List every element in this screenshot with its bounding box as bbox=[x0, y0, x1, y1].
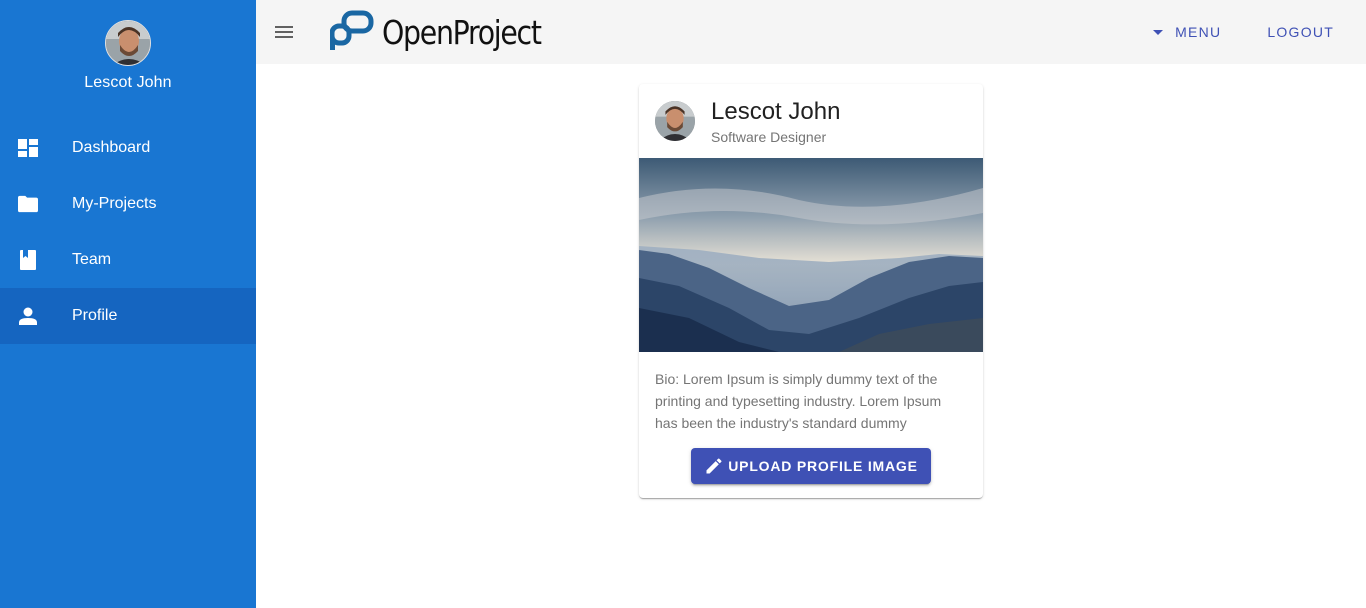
upload-button-label: UPLOAD PROFILE IMAGE bbox=[728, 458, 918, 474]
sidebar-item-my-projects[interactable]: My-Projects bbox=[0, 176, 256, 232]
folder-icon bbox=[18, 194, 38, 214]
sidebar-nav: Dashboard My-Projects Team Profile bbox=[0, 120, 256, 344]
logout-button-label: LOGOUT bbox=[1267, 24, 1334, 40]
profile-role: Software Designer bbox=[711, 128, 827, 145]
sidebar-item-label: Team bbox=[72, 251, 112, 268]
sidebar-item-label: Dashboard bbox=[72, 139, 151, 156]
caret-down-icon bbox=[1153, 29, 1164, 35]
sidebar-item-profile[interactable]: Profile bbox=[0, 288, 256, 344]
profile-card-header: Lescot John Software Designer bbox=[639, 84, 983, 158]
profile-card: Lescot John Software Designer Bio: Lorem bbox=[639, 84, 983, 498]
book-icon bbox=[18, 250, 38, 270]
top-bar: OpenProject MENU LOGOUT bbox=[256, 0, 1366, 64]
profile-bio: Bio: Lorem Ipsum is simply dummy text of… bbox=[655, 371, 942, 431]
brand-logo[interactable]: OpenProject bbox=[329, 10, 567, 55]
profile-card-titles: Lescot John Software Designer bbox=[711, 98, 840, 145]
hamburger-menu-icon[interactable] bbox=[274, 22, 294, 42]
menu-button-label: MENU bbox=[1175, 24, 1222, 40]
profile-card-actions: UPLOAD PROFILE IMAGE bbox=[639, 444, 983, 484]
top-actions: MENU LOGOUT bbox=[1137, 0, 1366, 64]
menu-button[interactable]: MENU bbox=[1137, 14, 1237, 50]
logout-button[interactable]: LOGOUT bbox=[1251, 14, 1350, 50]
brand-name: OpenProject bbox=[382, 12, 542, 52]
sidebar-user: Lescot John bbox=[0, 0, 256, 112]
dashboard-icon bbox=[18, 138, 38, 158]
sidebar-item-label: My-Projects bbox=[72, 195, 157, 212]
openproject-logo-icon bbox=[329, 10, 374, 55]
sidebar-item-label: Profile bbox=[72, 307, 118, 324]
pencil-icon bbox=[704, 456, 724, 476]
profile-cover-image bbox=[639, 158, 983, 352]
upload-profile-image-button[interactable]: UPLOAD PROFILE IMAGE bbox=[691, 448, 931, 484]
sidebar-user-name: Lescot John bbox=[84, 74, 172, 91]
profile-name: Lescot John bbox=[711, 97, 841, 125]
person-icon bbox=[18, 306, 38, 326]
profile-avatar bbox=[655, 101, 695, 141]
sidebar-avatar bbox=[105, 20, 151, 66]
sidebar: Lescot John Dashboard My-Projects Team P… bbox=[0, 0, 256, 608]
sidebar-item-dashboard[interactable]: Dashboard bbox=[0, 120, 256, 176]
sidebar-item-team[interactable]: Team bbox=[0, 232, 256, 288]
